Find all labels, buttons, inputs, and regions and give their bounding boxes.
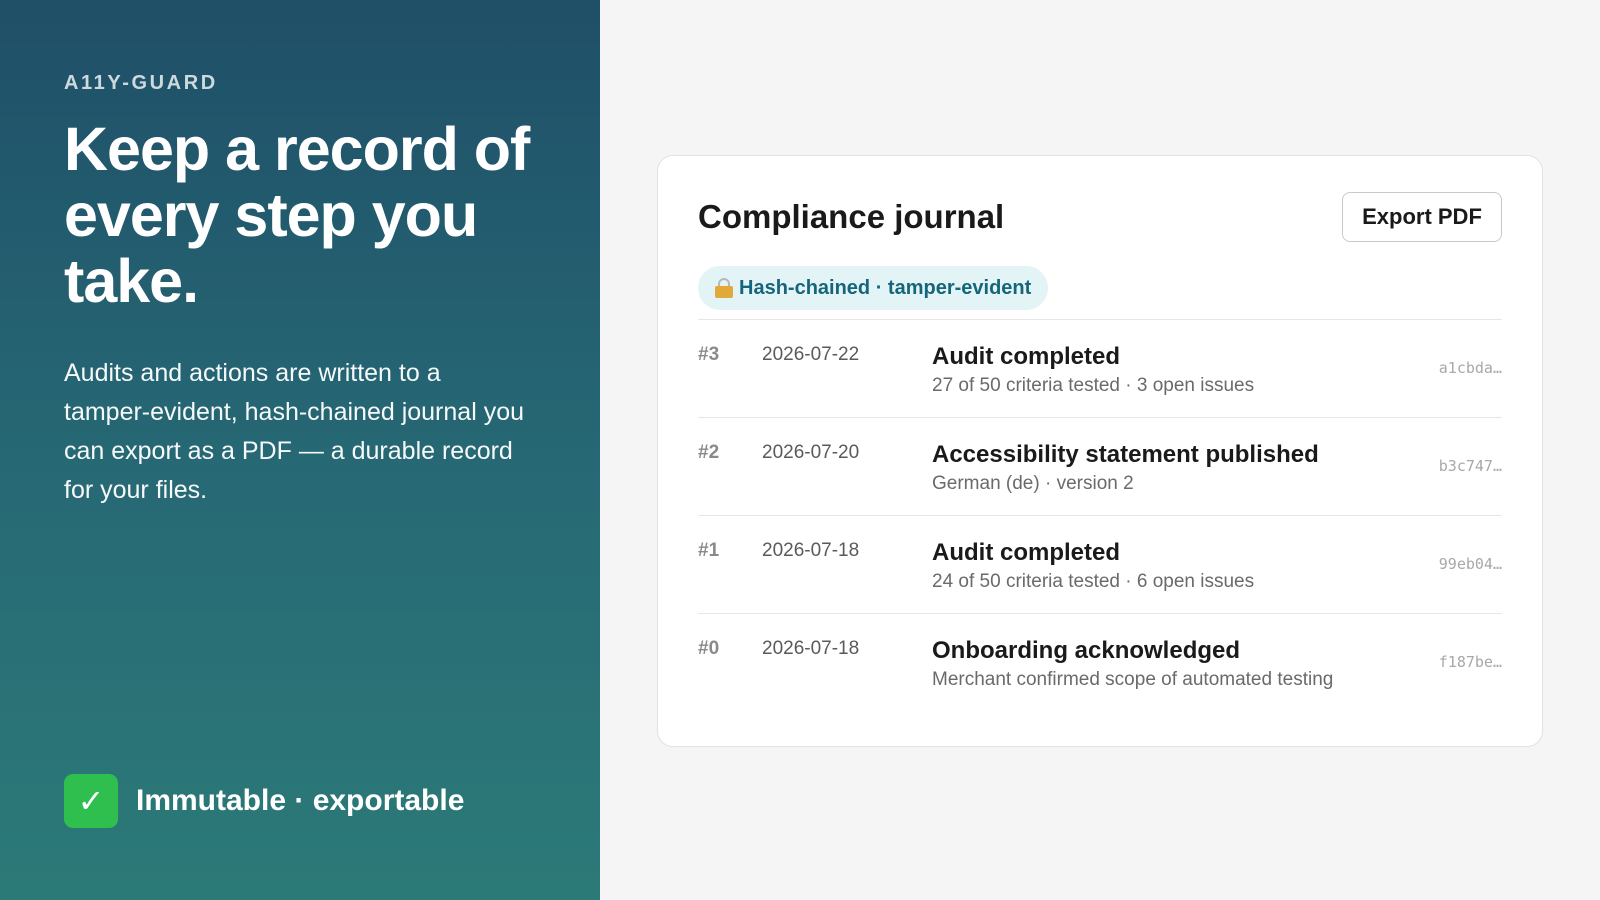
entry-details: 27 of 50 criteria tested · 3 open issues <box>932 375 1255 396</box>
brand-name: A11Y-GUARD <box>64 72 218 94</box>
entry-hash: b3c747… <box>1438 457 1502 475</box>
hash-chain-badge-label: Hash-chained · tamper-evident <box>739 276 1032 299</box>
hero-description: Audits and actions are written to a tamp… <box>64 359 524 504</box>
hero-headline: Keep a record of every step you take. <box>64 115 530 315</box>
entry-number: #2 <box>698 442 720 463</box>
journal-entry[interactable]: #0 2026-07-18 Onboarding acknowledged Me… <box>698 614 1502 712</box>
entry-date: 2026-07-20 <box>762 442 860 463</box>
entry-number: #3 <box>698 344 720 365</box>
entry-number: #0 <box>698 638 720 659</box>
check-icon: ✓ <box>64 774 118 828</box>
journal-entry-list: #3 2026-07-22 Audit completed 27 of 50 c… <box>698 319 1502 712</box>
journal-entry[interactable]: #2 2026-07-20 Accessibility statement pu… <box>698 418 1502 516</box>
entry-title: Audit completed <box>932 539 1121 566</box>
feature-badge-label: Immutable · exportable <box>136 784 465 817</box>
entry-date: 2026-07-18 <box>762 540 860 561</box>
entry-details: 24 of 50 criteria tested · 6 open issues <box>932 571 1255 592</box>
feature-badge: ✓ Immutable · exportable <box>64 774 464 828</box>
entry-title: Accessibility statement published <box>932 441 1319 468</box>
journal-card: Compliance journal Export PDF Hash-chain… <box>657 155 1543 747</box>
entry-number: #1 <box>698 540 720 561</box>
entry-date: 2026-07-18 <box>762 638 860 659</box>
journal-entry[interactable]: #1 2026-07-18 Audit completed 24 of 50 c… <box>698 516 1502 614</box>
entry-title: Onboarding acknowledged <box>932 637 1241 664</box>
entry-details: German (de) · version 2 <box>932 473 1134 494</box>
export-pdf-button[interactable]: Export PDF <box>1342 192 1502 242</box>
journal-entry[interactable]: #3 2026-07-22 Audit completed 27 of 50 c… <box>698 320 1502 418</box>
journal-header: Compliance journal Export PDF <box>698 156 1502 279</box>
entry-title: Audit completed <box>932 343 1121 370</box>
entry-date: 2026-07-22 <box>762 344 860 365</box>
entry-details: Merchant confirmed scope of automated te… <box>932 669 1334 690</box>
entry-hash: a1cbda… <box>1438 359 1502 377</box>
journal-badge-row: Hash-chained · tamper-evident <box>698 266 1049 310</box>
entry-hash: f187be… <box>1438 653 1502 671</box>
hero-panel: A11Y-GUARD Keep a record of every step y… <box>0 0 600 900</box>
hash-chain-badge: Hash-chained · tamper-evident <box>698 266 1049 310</box>
journal-title: Compliance journal <box>698 198 1005 235</box>
lock-icon <box>715 278 733 298</box>
entry-hash: 99eb04… <box>1438 555 1502 573</box>
